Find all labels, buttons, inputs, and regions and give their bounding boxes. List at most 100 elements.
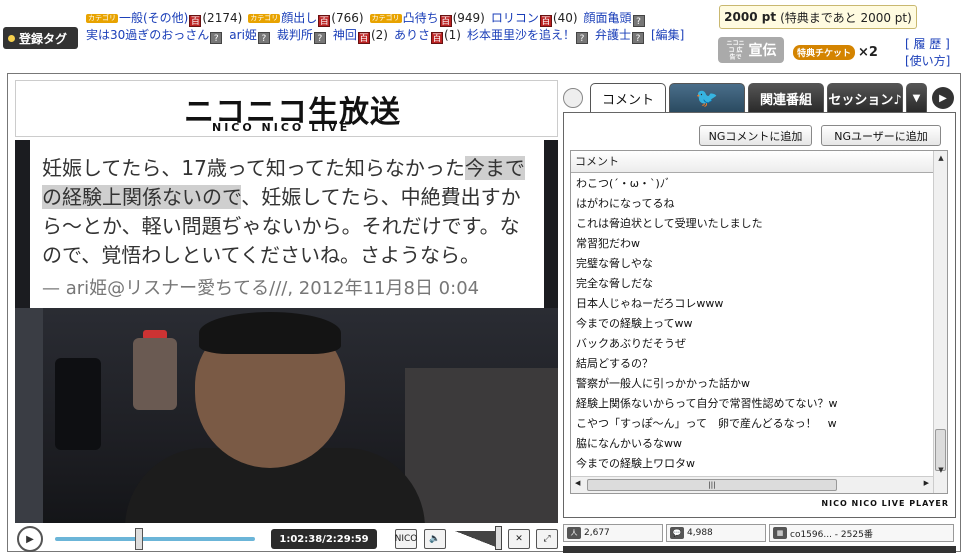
live-player: ニコニコ生放送 NICO NICO LIVE 妊娠してたら、17歳って知ってた知…: [7, 73, 961, 553]
status-bar: 人 2,677 💬 4,988 ▦ co1596... - 2525番: [563, 523, 956, 543]
bullet-icon: [8, 34, 15, 42]
tag-item: 実は30過ぎのおっさん?: [86, 27, 223, 44]
tag-item: カテゴリ 顔出し百 (766): [248, 10, 364, 27]
dictionary-icon[interactable]: 百: [318, 15, 331, 27]
tab-related[interactable]: 関連番組: [748, 83, 824, 112]
tag-item: 弁護士?: [595, 27, 645, 44]
tweet-overlay: 妊娠してたら、17歳って知ってた知らなかった今までの経験上関係ないので、妊娠して…: [30, 140, 544, 308]
howto-link[interactable]: [使い方]: [905, 53, 950, 70]
close-icon[interactable]: ✕: [508, 529, 530, 549]
horizontal-scrollbar[interactable]: ◀ ||| ▶: [571, 476, 933, 493]
tag-item: カテゴリ 凸待ち百 (949): [369, 10, 485, 27]
twitter-icon: 🐦: [695, 87, 719, 109]
tag-link[interactable]: ari姫: [229, 28, 257, 42]
suitcase: [55, 358, 101, 450]
tab-comment[interactable]: コメント: [590, 83, 666, 112]
comment-row[interactable]: 日本人じゃねーだろコレwww: [571, 294, 933, 314]
category-badge: カテゴリ: [369, 14, 402, 23]
tag-count: (2174): [202, 11, 243, 25]
tag-bar: 登録タグ カテゴリ 一般(その他) 百 (2174) カテゴリ 顔出し百 (766) カテゴリ…: [0, 0, 963, 72]
tag-link[interactable]: 弁護士: [595, 28, 631, 42]
nico-mode-button[interactable]: NICO: [395, 529, 417, 549]
dictionary-unknown-icon[interactable]: ?: [257, 32, 270, 44]
tag-link[interactable]: 杉本亜里沙を追え！: [467, 28, 575, 42]
jar: [133, 338, 177, 410]
tab-session[interactable]: セッション♪: [827, 83, 903, 112]
tag-list: カテゴリ 一般(その他) 百 (2174) カテゴリ 顔出し百 (766) カテゴリ 凸待ち百(…: [86, 10, 696, 44]
comment-row[interactable]: 完璧な脅しやな: [571, 254, 933, 274]
volume-thumb[interactable]: [495, 526, 502, 550]
dictionary-icon[interactable]: 百: [439, 15, 452, 27]
tag-item: ari姫?: [229, 27, 271, 44]
scroll-right-icon[interactable]: ▶: [924, 479, 929, 487]
dictionary-unknown-icon[interactable]: ?: [313, 32, 326, 44]
tag-count: (949): [452, 11, 485, 25]
dictionary-icon[interactable]: 百: [357, 32, 370, 44]
comment-row[interactable]: 完全な脅しだな: [571, 274, 933, 294]
ng-user-button[interactable]: NGユーザーに追加: [821, 125, 941, 146]
ng-comment-button[interactable]: NGコメントに追加: [699, 125, 812, 146]
toggle-circle-button[interactable]: [563, 88, 583, 108]
edit-tags-link[interactable]: [編集]: [651, 27, 684, 44]
viewers-icon: 人: [567, 527, 581, 539]
comment-row[interactable]: 脇になんかいるなww: [571, 434, 933, 454]
tag-link[interactable]: 顔出し: [281, 11, 317, 25]
scroll-down-icon[interactable]: ▼: [934, 463, 948, 477]
tag-link[interactable]: 一般(その他): [119, 11, 188, 25]
comment-row[interactable]: わこつ(´・ω・`)ﾉﾞ: [571, 174, 933, 194]
comment-row[interactable]: 警察が一般人に引っかかった話かw: [571, 374, 933, 394]
dictionary-unknown-icon[interactable]: ?: [632, 15, 645, 27]
player-controls: ▶ 1:02:38/2:29:59 NICO 🔈 ✕ ⤢: [15, 525, 558, 552]
history-link[interactable]: [ 履 歴 ]: [905, 36, 950, 53]
comment-row[interactable]: はがわになってるね: [571, 194, 933, 214]
scroll-left-icon[interactable]: ◀: [575, 479, 580, 487]
seek-thumb[interactable]: [135, 528, 143, 550]
speaker-icon[interactable]: 🔈: [424, 529, 446, 549]
comment-row[interactable]: 今までの経験上ワロタw: [571, 454, 933, 474]
tweet-text: 妊娠してたら、17歳って知ってた知らなかった今までの経験上関係ないので、妊娠して…: [42, 156, 525, 267]
seek-bar[interactable]: [55, 537, 255, 541]
video-screen[interactable]: 妊娠してたら、17歳って知ってた知らなかった今までの経験上関係ないので、妊娠して…: [15, 140, 558, 523]
comment-row[interactable]: これは脅迫状として受理いたしました: [571, 214, 933, 234]
scroll-up-icon[interactable]: ▲: [934, 151, 948, 165]
fullscreen-icon[interactable]: ⤢: [536, 529, 558, 549]
player-brand: NICO NICO LIVE PLAYER: [821, 499, 949, 508]
tag-item: カテゴリ 一般(その他) 百 (2174): [86, 10, 242, 27]
tag-link[interactable]: 実は30過ぎのおっさん: [86, 28, 209, 42]
bonus-ticket: 特典チケット ×2: [793, 45, 878, 60]
dictionary-unknown-icon[interactable]: ?: [210, 32, 223, 44]
tab-twitter[interactable]: 🐦: [669, 83, 745, 112]
horizontal-scroll-thumb[interactable]: |||: [587, 479, 837, 491]
dictionary-icon[interactable]: 百: [539, 15, 552, 27]
registered-tags-label: 登録タグ: [3, 27, 78, 49]
community-info: ▦ co1596... - 2525番: [769, 524, 954, 542]
tag-link[interactable]: 顔面亀頭: [584, 11, 632, 25]
next-arrow-icon[interactable]: ▶: [932, 87, 954, 109]
dictionary-icon[interactable]: 百: [189, 15, 202, 27]
comment-row[interactable]: 今までの経験上ってww: [571, 314, 933, 334]
dictionary-unknown-icon[interactable]: ?: [631, 32, 644, 44]
comment-row[interactable]: 結局どするの？: [571, 354, 933, 374]
history-links: [ 履 歴 ] [使い方]: [905, 36, 950, 70]
side-tabs: コメント 🐦 関連番組 セッション♪ ▼ ▶: [563, 80, 956, 112]
category-badge: カテゴリ: [86, 14, 118, 23]
tag-count: (40): [552, 11, 578, 25]
tag-link[interactable]: ロリコン: [491, 11, 539, 25]
dictionary-icon[interactable]: 百: [430, 32, 443, 44]
tag-link[interactable]: 凸待ち: [403, 11, 439, 25]
play-button[interactable]: ▶: [17, 526, 43, 552]
comment-rows: わこつ(´・ω・`)ﾉﾞ はがわになってるね これは脅迫状として受理いたしました 常習…: [571, 174, 933, 474]
advertise-button[interactable]: ニコニコ 広告で 宣伝: [718, 37, 784, 63]
comment-row[interactable]: 経験上関係ないからって自分で常習性認めてない？w: [571, 394, 933, 414]
vertical-scrollbar[interactable]: ▲ ▼: [933, 151, 947, 493]
comment-row[interactable]: こやつ「すっぽ〜ん」って 卵で産んどるなっ！ w: [571, 414, 933, 434]
comment-column-header[interactable]: コメント: [571, 151, 933, 173]
tag-link[interactable]: ありさ: [394, 28, 430, 42]
tag-link[interactable]: 神回: [333, 28, 357, 42]
tab-dropdown[interactable]: ▼: [906, 83, 927, 112]
comment-panel: NGコメントに追加 NGユーザーに追加 コメント わこつ(´・ω・`)ﾉﾞ はがわ…: [563, 112, 956, 518]
comment-row[interactable]: 常習犯だわw: [571, 234, 933, 254]
tag-link[interactable]: 裁判所: [277, 28, 313, 42]
dictionary-unknown-icon[interactable]: ?: [575, 32, 588, 44]
comment-row[interactable]: バックあぶりだそうぜ: [571, 334, 933, 354]
